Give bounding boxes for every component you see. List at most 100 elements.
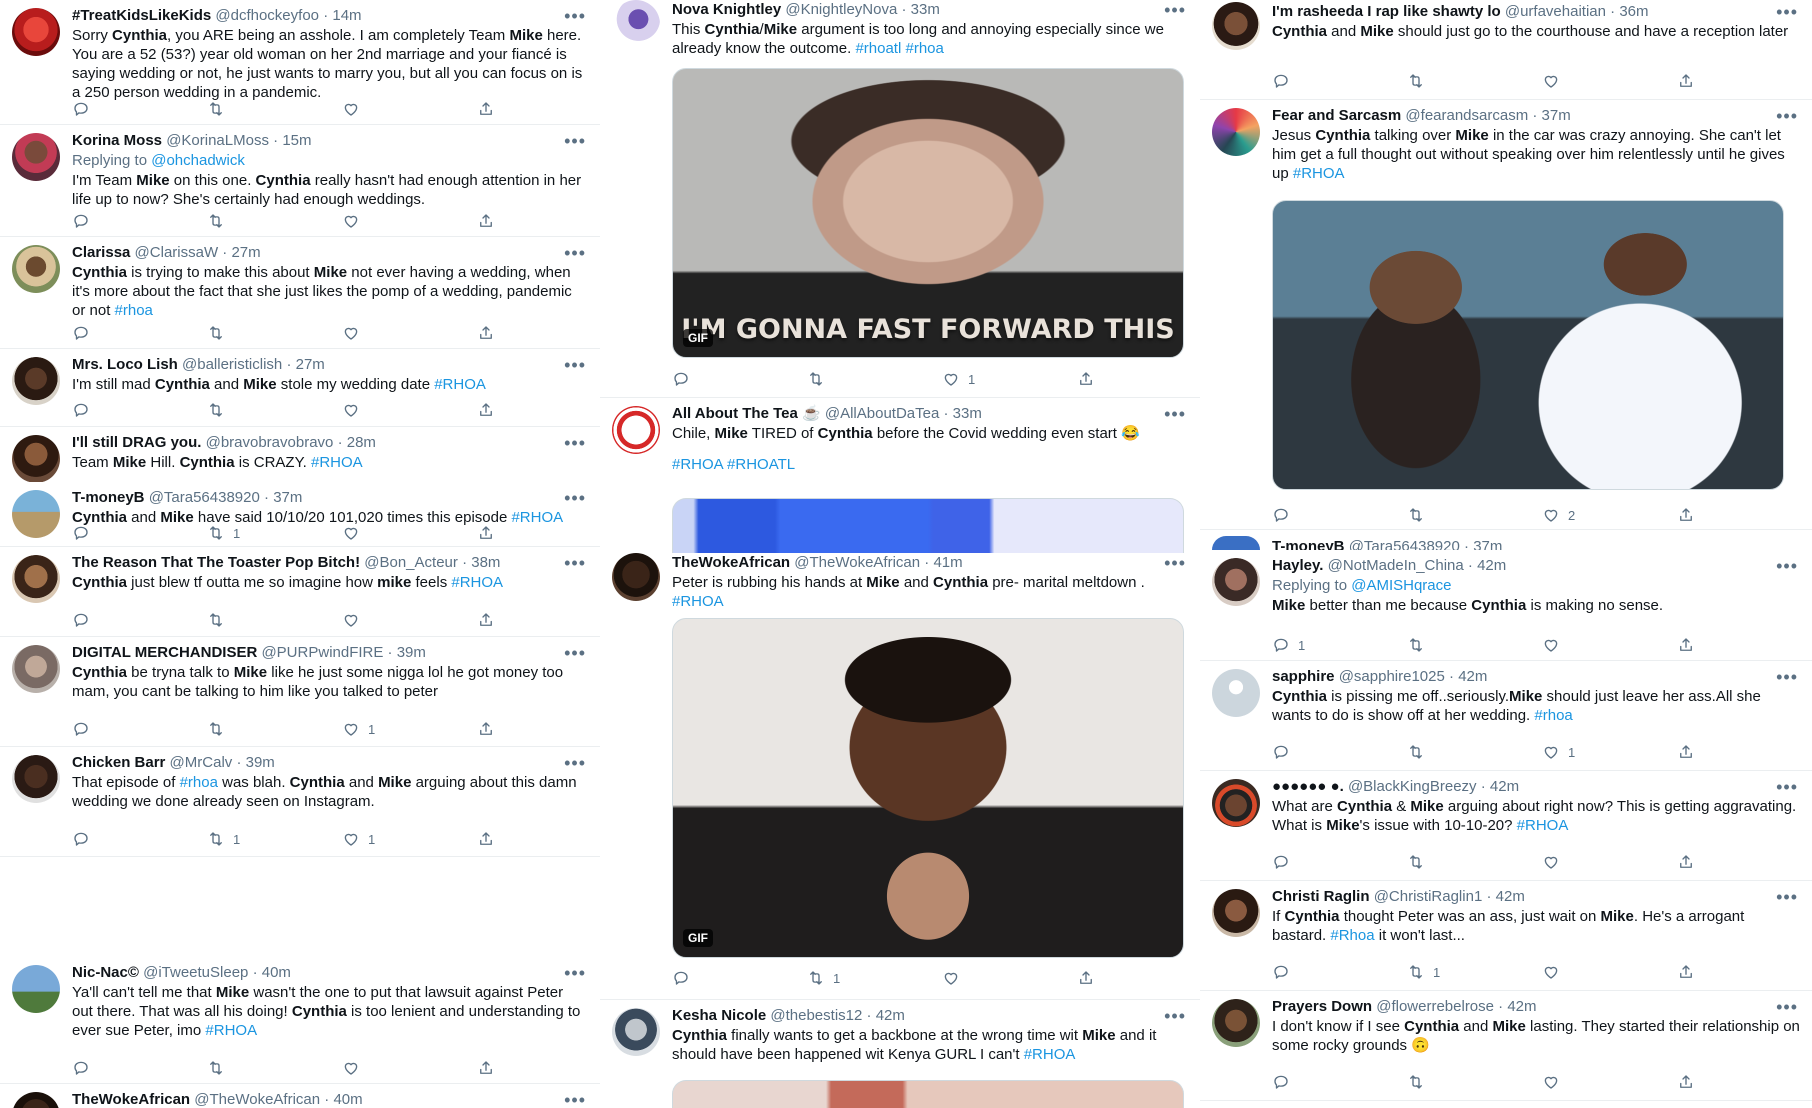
reply-button[interactable] <box>1272 70 1298 92</box>
more-icon[interactable]: ••• <box>1164 405 1186 423</box>
retweet-button[interactable] <box>1407 1071 1433 1093</box>
timestamp[interactable]: 42m <box>1458 668 1487 685</box>
reply-button[interactable] <box>1272 851 1298 873</box>
timestamp[interactable]: 41m <box>933 554 962 571</box>
display-name[interactable]: TheWokeAfrican <box>72 1091 190 1108</box>
reply-button[interactable] <box>1272 741 1298 763</box>
tweet[interactable]: The Reason That The Toaster Pop Bitch! @… <box>0 547 600 637</box>
handle[interactable]: @Tara56438920 <box>149 489 260 506</box>
handle[interactable]: @MrCalv <box>170 754 233 771</box>
reply-button[interactable]: 1 <box>1272 634 1305 656</box>
more-icon[interactable]: ••• <box>564 489 586 507</box>
avatar[interactable] <box>12 645 60 693</box>
display-name[interactable]: TheWokeAfrican <box>672 554 790 571</box>
retweet-button[interactable] <box>1407 504 1433 526</box>
tweet[interactable]: ●●●●●● ●. @BlackKingBreezy · 42m ••• Wha… <box>1200 771 1812 881</box>
handle[interactable]: @flowerrebelrose <box>1376 998 1494 1015</box>
avatar[interactable] <box>12 435 60 483</box>
handle[interactable]: @iTweetuSleep <box>143 964 248 981</box>
reply-button[interactable] <box>72 210 98 232</box>
more-icon[interactable]: ••• <box>1776 778 1798 796</box>
share-button[interactable] <box>477 322 495 344</box>
replying-handle[interactable]: @ohchadwick <box>151 152 245 169</box>
handle[interactable]: @KnightleyNova <box>785 1 897 18</box>
like-button[interactable] <box>342 522 368 544</box>
timestamp[interactable]: 28m <box>347 434 376 451</box>
share-button[interactable] <box>1677 70 1695 92</box>
timestamp[interactable]: 40m <box>262 964 291 981</box>
more-icon[interactable]: ••• <box>564 244 586 262</box>
like-button[interactable] <box>342 609 368 631</box>
reply-button[interactable] <box>672 368 698 390</box>
tweet[interactable]: Nic-Nac© @iTweetuSleep · 40m ••• Ya'll c… <box>0 957 600 1084</box>
share-button[interactable] <box>477 828 495 850</box>
retweet-button[interactable] <box>207 98 233 120</box>
timestamp[interactable]: 37m <box>1542 107 1571 124</box>
timestamp[interactable]: 42m <box>876 1007 905 1024</box>
display-name[interactable]: T-moneyB <box>72 489 145 506</box>
more-icon[interactable]: ••• <box>564 434 586 452</box>
tweet[interactable]: I'm rasheeda I rap like shawty lo @urfav… <box>1200 0 1812 100</box>
handle[interactable]: @AllAboutDaTea <box>825 405 939 422</box>
more-icon[interactable]: ••• <box>564 644 586 662</box>
avatar[interactable] <box>12 555 60 603</box>
display-name[interactable]: Nic-Nac© <box>72 964 139 981</box>
more-icon[interactable]: ••• <box>1164 1 1186 19</box>
avatar[interactable] <box>12 755 60 803</box>
tweet[interactable]: Korina Moss @KorinaLMoss · 15m ••• Reply… <box>0 125 600 237</box>
handle[interactable]: @thebestis12 <box>770 1007 862 1024</box>
handle[interactable]: @fearandsarcasm <box>1405 107 1528 124</box>
retweet-button[interactable] <box>207 322 233 344</box>
like-button[interactable] <box>342 98 368 120</box>
retweet-button[interactable] <box>207 210 233 232</box>
tweet[interactable]: sapphire @sapphire1025 · 42m ••• Cynthia… <box>1200 661 1812 771</box>
tweet[interactable]: Chicken Barr @MrCalv · 39m ••• That epis… <box>0 747 600 857</box>
handle[interactable]: @Bon_Acteur <box>364 554 458 571</box>
reply-button[interactable] <box>72 718 98 740</box>
retweet-button[interactable] <box>207 1057 233 1079</box>
display-name[interactable]: Mrs. Loco Lish <box>72 356 178 373</box>
more-icon[interactable]: ••• <box>564 754 586 772</box>
retweet-button[interactable]: 1 <box>807 967 840 989</box>
handle[interactable]: @bravobravobravo <box>206 434 334 451</box>
display-name[interactable]: Clarissa <box>72 244 130 261</box>
hashtags[interactable]: #RHOA #RHOATL <box>672 455 1188 474</box>
more-icon[interactable]: ••• <box>564 964 586 982</box>
share-button[interactable] <box>1077 368 1095 390</box>
display-name[interactable]: #TreatKidsLikeKids <box>72 7 211 24</box>
display-name[interactable]: I'm rasheeda I rap like shawty lo <box>1272 3 1501 20</box>
avatar[interactable] <box>12 245 60 293</box>
avatar[interactable] <box>1212 669 1260 717</box>
timestamp[interactable]: 42m <box>1490 778 1519 795</box>
avatar[interactable] <box>612 553 660 601</box>
more-icon[interactable]: ••• <box>1776 557 1798 575</box>
more-icon[interactable]: ••• <box>1776 107 1798 125</box>
like-button[interactable]: 2 <box>1542 504 1575 526</box>
reply-button[interactable] <box>72 522 98 544</box>
display-name[interactable]: Korina Moss <box>72 132 162 149</box>
avatar[interactable] <box>12 1092 60 1108</box>
timestamp[interactable]: 38m <box>471 554 500 571</box>
retweet-button[interactable] <box>1407 70 1433 92</box>
more-icon[interactable]: ••• <box>1164 554 1186 572</box>
retweet-button[interactable] <box>207 718 233 740</box>
share-button[interactable] <box>1677 504 1695 526</box>
avatar[interactable] <box>1212 536 1260 550</box>
share-button[interactable] <box>1077 967 1095 989</box>
more-icon[interactable]: ••• <box>1776 668 1798 686</box>
timestamp[interactable]: 14m <box>332 7 361 24</box>
share-button[interactable] <box>1677 1071 1695 1093</box>
avatar[interactable] <box>1212 889 1260 937</box>
timestamp[interactable]: 42m <box>1477 557 1506 574</box>
handle[interactable]: @Tara56438920 <box>1349 538 1460 550</box>
avatar[interactable] <box>12 8 60 56</box>
handle[interactable]: @ClarissaW <box>135 244 219 261</box>
timestamp[interactable]: 42m <box>1507 998 1536 1015</box>
display-name[interactable]: Hayley. <box>1272 557 1323 574</box>
display-name[interactable]: Prayers Down <box>1272 998 1372 1015</box>
handle[interactable]: @urfavehaitian <box>1505 3 1606 20</box>
avatar[interactable] <box>1212 108 1260 156</box>
timestamp[interactable]: 27m <box>296 356 325 373</box>
tweet-gif[interactable]: I'M GONNA FAST FORWARD THIS GIF <box>672 68 1184 358</box>
timestamp[interactable]: 33m <box>953 405 982 422</box>
